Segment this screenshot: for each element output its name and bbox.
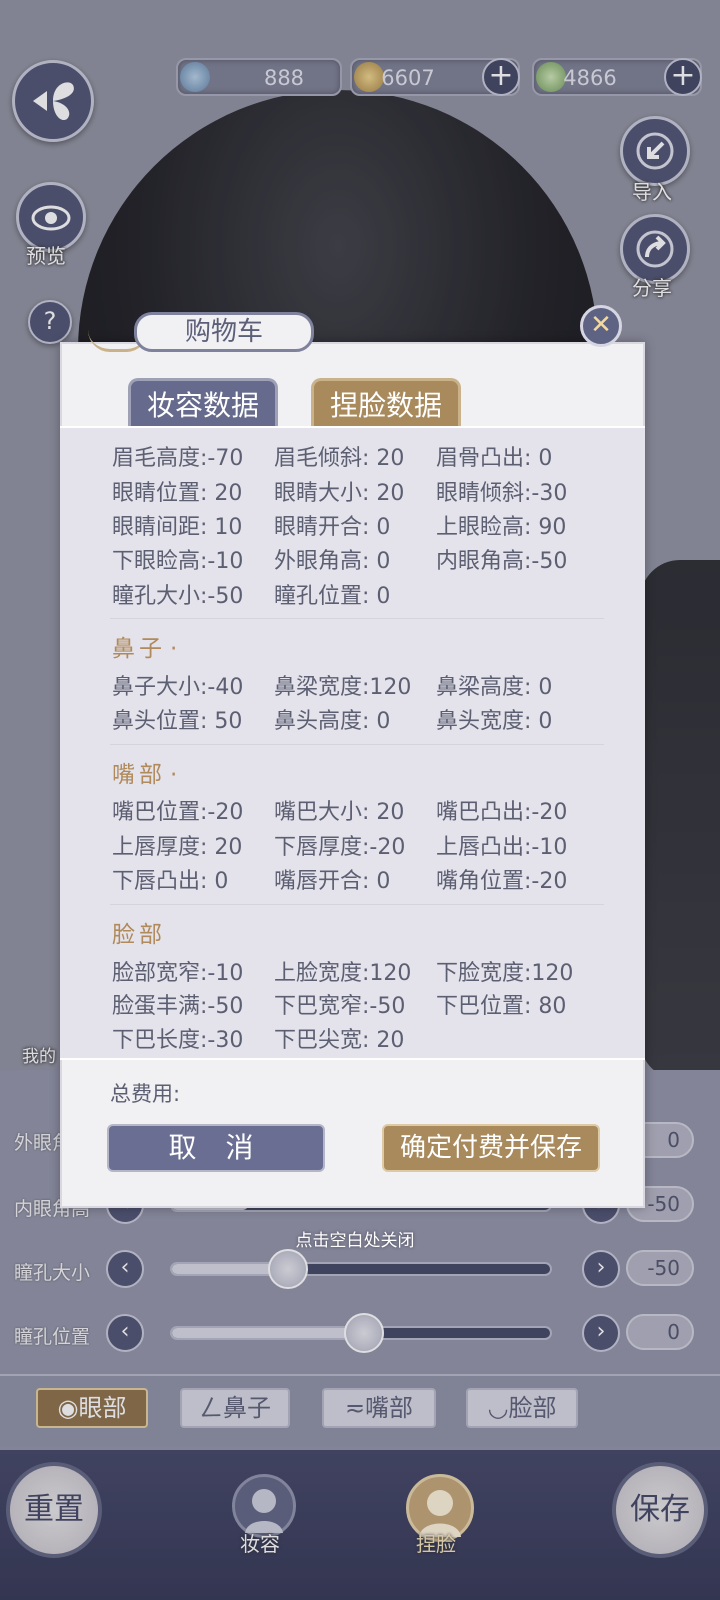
dot-icon: · — [170, 636, 178, 662]
list-item: 鼻梁宽度:120 — [274, 675, 412, 700]
list-item: 眉毛高度:-70 — [112, 446, 244, 471]
list-item: 嘴巴大小: 20 — [274, 800, 405, 825]
tab-makeup-data[interactable]: 妆容数据 — [128, 378, 278, 428]
close-icon: ✕ — [590, 310, 612, 340]
section-title-mouth: 嘴部 · — [112, 762, 178, 788]
list-item: 嘴角位置:-20 — [436, 869, 568, 894]
list-item: 鼻头位置: 50 — [112, 709, 243, 734]
list-item: 鼻头宽度: 0 — [436, 709, 553, 734]
dialog-title: 购物车 — [134, 312, 314, 352]
list-item: 瞳孔大小:-50 — [112, 584, 244, 609]
tab-face-data[interactable]: 捏脸数据 — [311, 378, 461, 428]
list-item: 嘴唇开合: 0 — [274, 869, 391, 894]
list-item: 鼻梁高度: 0 — [436, 675, 553, 700]
list-item: 下脸宽度:120 — [436, 961, 574, 986]
list-item: 下巴位置: 80 — [436, 994, 567, 1019]
list-item: 眉骨凸出: 0 — [436, 446, 553, 471]
list-item: 上唇凸出:-10 — [436, 835, 568, 860]
tap-to-close-hint: 点击空白处关闭 — [295, 1231, 415, 1251]
section-title-nose: 鼻子 · — [112, 636, 178, 662]
dot-icon: · — [170, 762, 178, 788]
list-item: 脸部宽窄:-10 — [112, 961, 244, 986]
list-item: 下巴尖宽: 20 — [274, 1028, 405, 1053]
list-item: 眼睛开合: 0 — [274, 515, 391, 540]
cancel-button[interactable]: 取 消 — [107, 1124, 325, 1172]
section-divider — [110, 744, 604, 745]
list-item: 眉毛倾斜: 20 — [274, 446, 405, 471]
list-item: 下巴长度:-30 — [112, 1028, 244, 1053]
list-item: 眼睛位置: 20 — [112, 481, 243, 506]
close-button[interactable]: ✕ — [580, 305, 622, 347]
section-divider — [110, 904, 604, 905]
list-item: 上唇厚度: 20 — [112, 835, 243, 860]
list-item: 脸蛋丰满:-50 — [112, 994, 244, 1019]
section-divider — [110, 618, 604, 619]
section-title-face: 脸部 — [112, 922, 166, 948]
confirm-pay-save-button[interactable]: 确定付费并保存 — [382, 1124, 600, 1172]
list-item: 上脸宽度:120 — [274, 961, 412, 986]
list-item: 内眼角高:-50 — [436, 549, 568, 574]
list-item: 眼睛大小: 20 — [274, 481, 405, 506]
list-item: 眼睛倾斜:-30 — [436, 481, 568, 506]
list-item: 外眼角高: 0 — [274, 549, 391, 574]
list-item: 瞳孔位置: 0 — [274, 584, 391, 609]
total-cost-label: 总费用: — [110, 1082, 181, 1106]
list-item: 嘴巴凸出:-20 — [436, 800, 568, 825]
list-item: 鼻头高度: 0 — [274, 709, 391, 734]
list-item: 上眼睑高: 90 — [436, 515, 567, 540]
list-item: 眼睛间距: 10 — [112, 515, 243, 540]
list-item: 嘴巴位置:-20 — [112, 800, 244, 825]
list-item: 下眼睑高:-10 — [112, 549, 244, 574]
list-item: 下唇凸出: 0 — [112, 869, 229, 894]
list-item: 鼻子大小:-40 — [112, 675, 244, 700]
list-item: 下唇厚度:-20 — [274, 835, 406, 860]
list-item: 下巴宽窄:-50 — [274, 994, 406, 1019]
